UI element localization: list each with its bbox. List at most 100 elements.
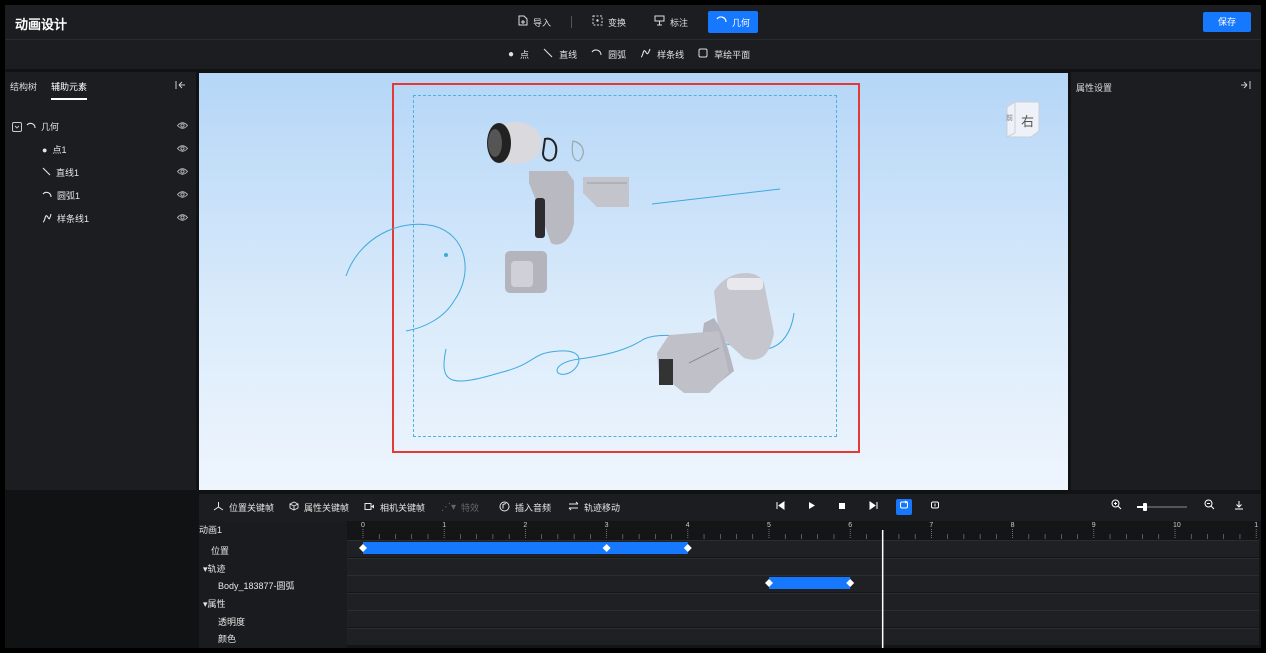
- eye-icon[interactable]: [176, 212, 189, 223]
- row-label[interactable]: ▾轨迹: [203, 562, 226, 575]
- eye-icon[interactable]: [176, 189, 189, 200]
- save-button[interactable]: 保存: [1203, 12, 1251, 32]
- spline-icon: [42, 213, 52, 225]
- tab-transform-label: 变换: [608, 17, 627, 28]
- 3d-viewport[interactable]: 前 右: [199, 73, 1068, 490]
- model-part-handle: [529, 171, 629, 245]
- ruler-tick-label: 9: [1092, 522, 1096, 529]
- insert-audio-button[interactable]: 插入音频: [499, 494, 551, 521]
- annotation-icon: [654, 15, 665, 29]
- expand-toggle-icon[interactable]: [12, 121, 22, 132]
- ruler-tick-label: 0: [361, 522, 365, 529]
- model-part-assembly: [657, 272, 774, 393]
- ruler-tick-label: 1: [1254, 522, 1258, 529]
- zoom-in-icon[interactable]: [1108, 499, 1124, 515]
- timeline-toolbar: 位置关键帧 属性关键帧 相机关键帧 ⋰▾ 特效 插入音频 轨迹移动: [199, 494, 1261, 521]
- zoom-slider-handle[interactable]: [1143, 503, 1147, 511]
- top-tabs: 导入 变换 标注 几何: [510, 11, 770, 33]
- arc-curve: [345, 223, 466, 332]
- position-keyframe-button[interactable]: 位置关键帧: [213, 494, 274, 521]
- point-marker: [444, 253, 448, 257]
- tab-import[interactable]: 导入: [510, 11, 559, 33]
- effects-icon: ⋰▾: [441, 502, 457, 513]
- tree-node-geometry[interactable]: 几何: [5, 115, 196, 138]
- view-cube[interactable]: 前 右: [1005, 99, 1041, 139]
- import-icon: [518, 15, 528, 29]
- ruler-tick-label: 3: [605, 522, 609, 529]
- dot-icon: ●: [42, 144, 48, 155]
- step-back-icon[interactable]: [772, 499, 788, 515]
- position-keyframe-label: 位置关键帧: [229, 503, 275, 513]
- effects-button[interactable]: ⋰▾ 特效: [441, 494, 479, 521]
- insert-audio-label: 插入音频: [515, 503, 552, 513]
- zoom-out-icon[interactable]: [1201, 499, 1217, 515]
- tab-annotation[interactable]: 标注: [646, 11, 696, 33]
- camera-keyframe-button[interactable]: 相机关键帧: [364, 494, 425, 521]
- step-forward-icon[interactable]: [865, 499, 881, 515]
- tool-sketch-plane[interactable]: 草绘平面: [698, 48, 750, 61]
- tree-node-line[interactable]: 直线1: [5, 161, 196, 184]
- row-label: 透明度: [218, 617, 246, 627]
- loop-icon[interactable]: [896, 499, 912, 515]
- tab-auxiliary-elements[interactable]: 辅助元素: [51, 80, 88, 100]
- ruler-tick-label: 8: [1011, 522, 1015, 529]
- plane-icon: [698, 48, 708, 61]
- tab-transform[interactable]: 变换: [584, 11, 634, 33]
- left-panel: 结构树 辅助元素 几何 ● 点1 直线1 圆弧1 样条线1: [5, 72, 196, 490]
- row-label: 位置: [211, 546, 230, 556]
- tool-spline[interactable]: 样条线: [640, 48, 684, 61]
- loop-once-icon[interactable]: [927, 499, 943, 515]
- ruler-tick-label: 2: [523, 522, 527, 529]
- track-move-button[interactable]: 轨迹移动: [568, 494, 620, 521]
- timeline-ruler: 0 1 2 3 4 5 6 7 8 9 10 1: [359, 522, 1258, 648]
- play-icon[interactable]: [803, 499, 819, 515]
- stop-icon[interactable]: [834, 499, 850, 515]
- app-title: 动画设计: [15, 17, 68, 32]
- tool-sketch-plane-label: 草绘平面: [714, 50, 751, 60]
- tree-node-point[interactable]: ● 点1: [5, 138, 196, 161]
- tree-node-spline[interactable]: 样条线1: [5, 207, 196, 230]
- camera-icon: [364, 502, 375, 514]
- collapse-right-icon[interactable]: [1240, 80, 1251, 93]
- axes-icon: [213, 501, 224, 514]
- tree-node-label: 样条线1: [57, 214, 90, 224]
- eye-icon[interactable]: [176, 166, 189, 177]
- line-icon: [543, 48, 553, 61]
- eye-icon[interactable]: [176, 120, 189, 131]
- timeline-labels: 动画1 位置 ▾轨迹 Body_183877-圆弧 ▾属性 透明度 颜色: [199, 521, 347, 648]
- transform-icon: [592, 15, 603, 29]
- property-keyframe-label: 属性关键帧: [304, 503, 350, 513]
- ruler-tick-label: 6: [848, 522, 852, 529]
- row-label: 颜色: [218, 634, 237, 644]
- ruler-tick-label: 10: [1173, 522, 1181, 529]
- ruler-tick-label: 7: [929, 522, 933, 529]
- tool-arc-label: 圆弧: [608, 50, 627, 60]
- eye-icon[interactable]: [176, 143, 189, 154]
- tool-arc[interactable]: 圆弧: [591, 48, 626, 61]
- download-icon[interactable]: [1231, 499, 1247, 515]
- tool-line[interactable]: 直线: [543, 48, 577, 61]
- row-label: Body_183877-圆弧: [218, 581, 295, 591]
- tab-geometry[interactable]: 几何: [708, 11, 759, 33]
- tool-line-label: 直线: [559, 50, 578, 60]
- arc-icon: [591, 48, 602, 61]
- collapse-left-icon[interactable]: [175, 80, 186, 93]
- effects-label: 特效: [461, 503, 480, 513]
- tree-node-label: 圆弧1: [57, 191, 81, 201]
- track-move-icon: [568, 501, 579, 514]
- zoom-slider[interactable]: [1137, 503, 1187, 511]
- tool-point[interactable]: ● 点: [508, 48, 529, 61]
- ruler-tick-label: 5: [767, 522, 771, 529]
- row-label[interactable]: ▾属性: [203, 597, 226, 610]
- tab-structure-tree[interactable]: 结构树: [10, 80, 37, 100]
- right-panel: 属性设置: [1071, 72, 1261, 490]
- dot-icon: ●: [508, 49, 515, 60]
- timeline-tracks[interactable]: 0 1 2 3 4 5 6 7 8 9 10 1: [347, 521, 1259, 648]
- timeline: 动画1 位置 ▾轨迹 Body_183877-圆弧 ▾属性 透明度 颜色 0 1 2…: [199, 521, 1261, 648]
- tab-geometry-label: 几何: [732, 17, 751, 28]
- tree-node-arc[interactable]: 圆弧1: [5, 184, 196, 207]
- camera-keyframe-label: 相机关键帧: [380, 503, 426, 513]
- tab-import-label: 导入: [533, 17, 552, 28]
- property-keyframe-button[interactable]: 属性关键帧: [289, 494, 349, 521]
- top-bar: 动画设计 导入 变换 标注 几何 保存: [5, 5, 1261, 40]
